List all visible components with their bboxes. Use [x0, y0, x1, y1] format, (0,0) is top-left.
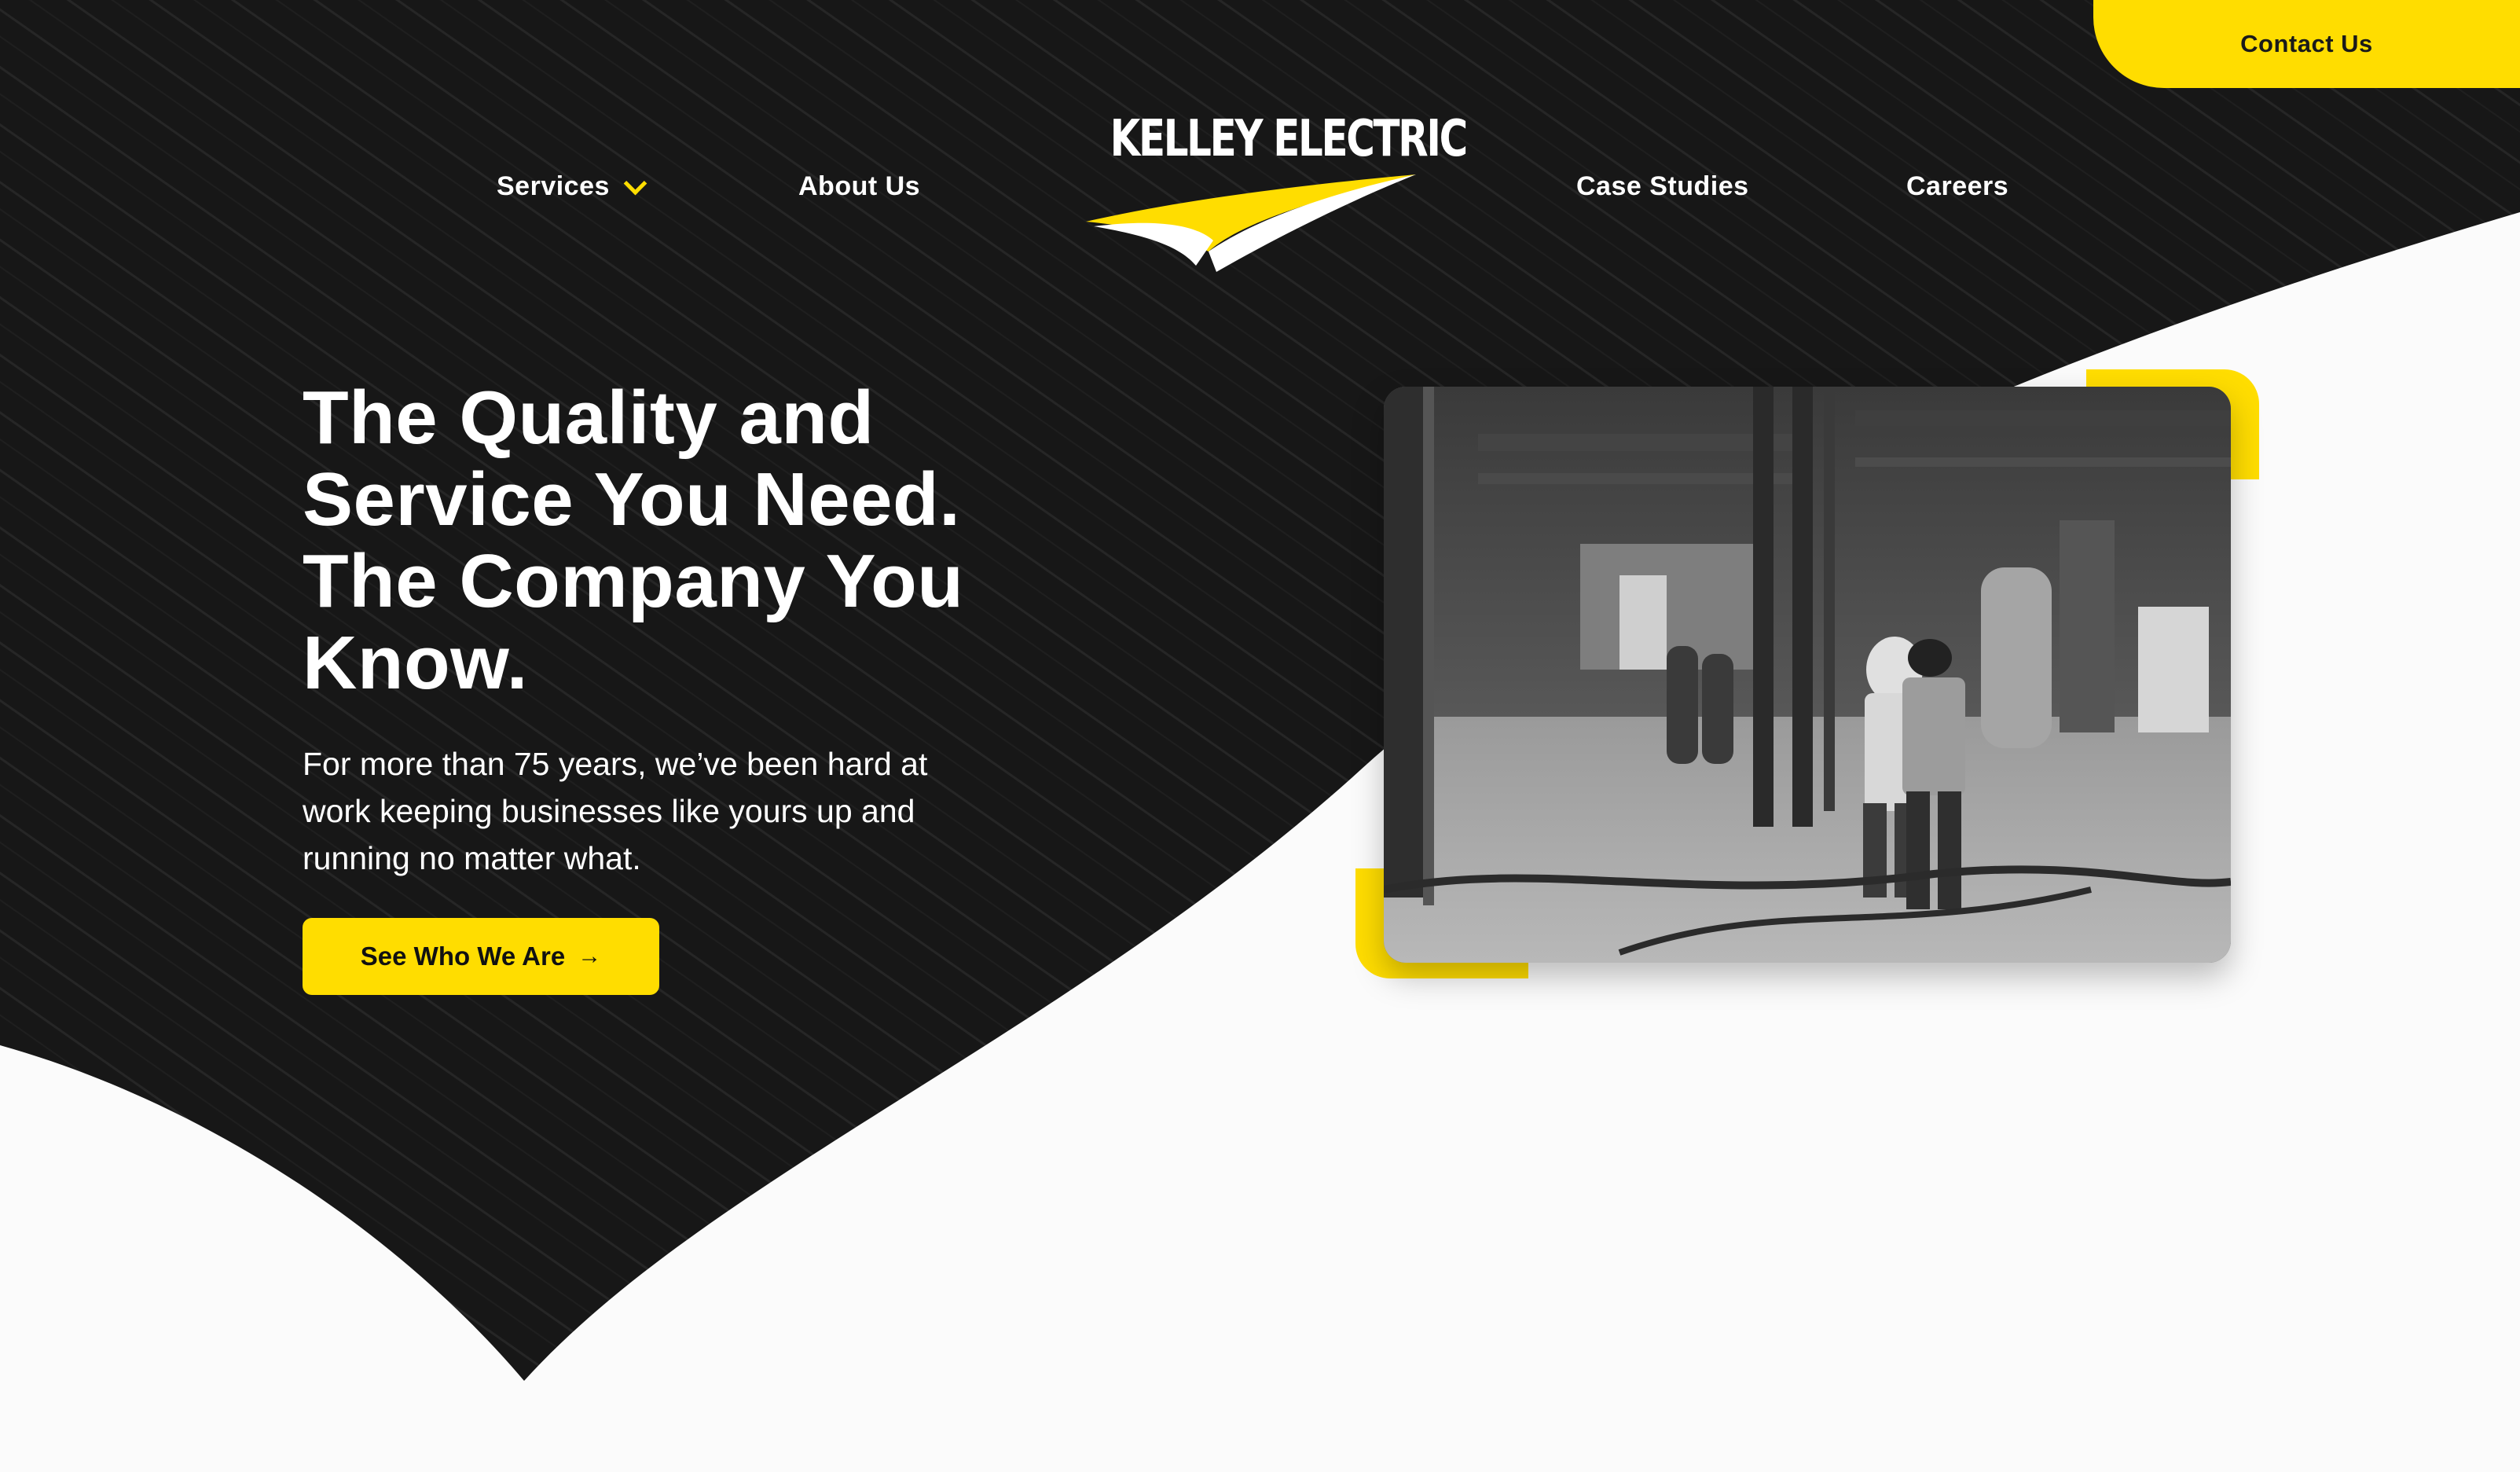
page: Contact Us Services About Us Case Studie…	[0, 0, 2520, 1472]
see-who-we-are-button[interactable]: See Who We Are →	[303, 918, 659, 995]
hero-title-line: Know.	[303, 621, 528, 705]
logo-swoosh-icon	[1086, 174, 1416, 272]
nav-about-us-label: About Us	[798, 171, 921, 201]
hero-title-line: The Quality and	[303, 376, 875, 460]
hero-photo	[1384, 387, 2231, 963]
hero-title: The Quality and Service You Need. The Co…	[303, 377, 1088, 704]
cta-label: See Who We Are	[360, 942, 566, 971]
nav-careers-label: Careers	[1906, 171, 2009, 201]
hero-subtitle-line: For more than 75 years, we’ve been hard …	[303, 746, 928, 782]
chevron-down-icon	[623, 171, 647, 196]
nav-about-us[interactable]: About Us	[798, 171, 920, 202]
nav-case-studies-label: Case Studies	[1576, 171, 1749, 201]
contact-us-label: Contact Us	[2240, 30, 2373, 57]
hero-subtitle: For more than 75 years, we’ve been hard …	[303, 740, 1033, 882]
logo-wordmark: KELLEY ELECTRIC	[1110, 110, 1469, 168]
nav-services-label: Services	[497, 171, 610, 201]
hero-title-line: Service You Need.	[303, 457, 961, 541]
hero-title-line: The Company You	[303, 539, 964, 623]
hero-subtitle-line: work keeping businesses like yours up an…	[303, 793, 915, 829]
nav-case-studies[interactable]: Case Studies	[1576, 171, 1749, 202]
nav-services[interactable]: Services	[497, 171, 647, 202]
hero-photo-frame	[1355, 369, 2259, 978]
hero-subtitle-line: running no matter what.	[303, 840, 641, 876]
contact-us-button[interactable]: Contact Us	[2093, 0, 2520, 88]
nav-careers[interactable]: Careers	[1906, 171, 2008, 202]
kelley-electric-logo[interactable]: KELLEY ELECTRIC	[1070, 110, 1469, 275]
arrow-right-icon: →	[578, 943, 602, 969]
industrial-workers-photo	[1384, 387, 2231, 963]
